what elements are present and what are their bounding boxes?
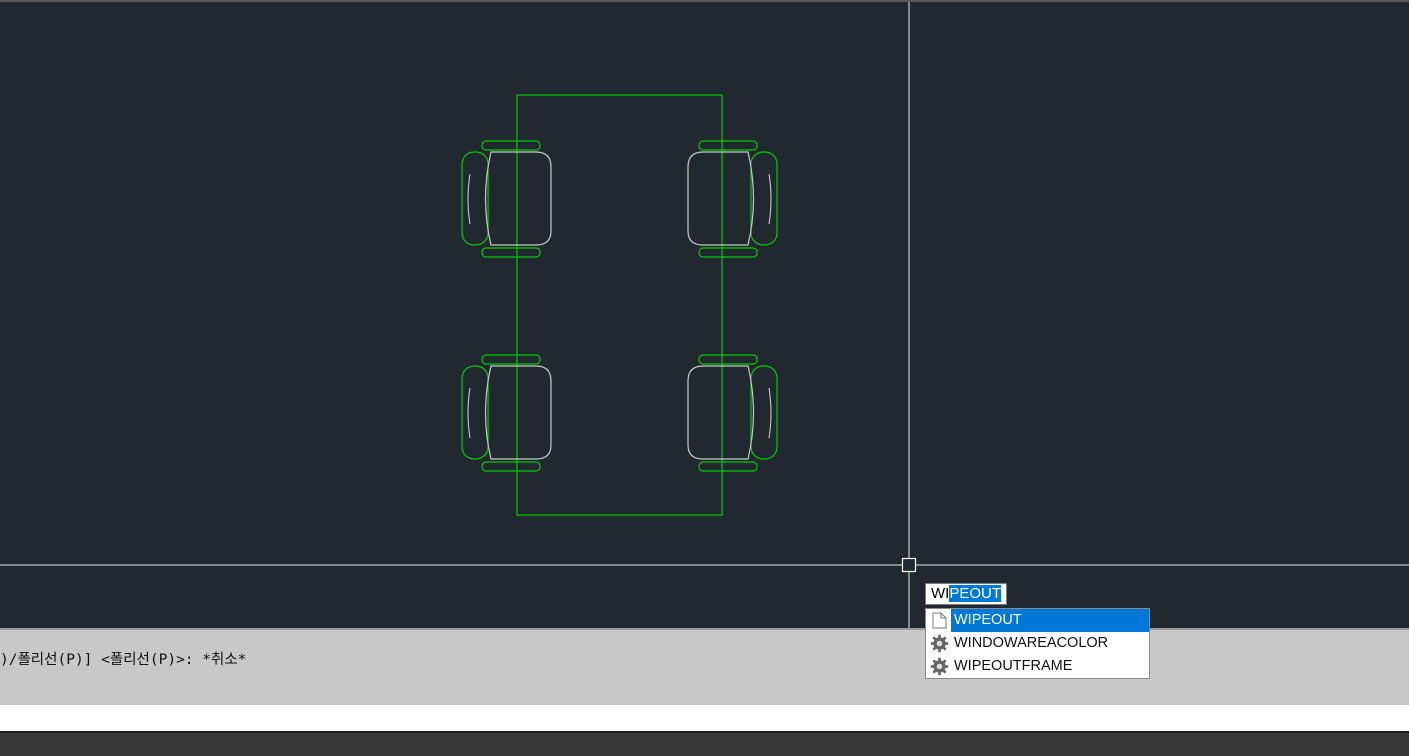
autocomplete-suggestion: PEOUT [949,585,1002,602]
crosshair-cursor [0,2,1409,628]
chair-top-left [461,140,552,258]
table-outline [516,94,723,516]
gear-icon [930,634,949,653]
autocomplete-item-wipeout[interactable]: WIPEOUT [926,609,1149,632]
chair-bottom-left [461,354,552,472]
typed-text: WI [931,585,950,602]
command-line-input[interactable] [0,705,1409,731]
autocomplete-item-label: WINDOWAREACOLOR [954,635,1109,651]
drawing-viewport[interactable] [0,0,1409,628]
command-icon [932,612,947,629]
dynamic-input-tooltip[interactable]: WIPEOUT [925,583,1007,605]
autocomplete-item-windowareacolor[interactable]: WINDOWAREACOLOR [926,632,1149,655]
chair-top-right [687,140,778,258]
autocomplete-list[interactable]: WIPEOUT WINDOWAREACOLOR WIPEOUTFRAME [925,608,1150,679]
command-history: )/폴리선(P)] <폴리선(P)>: *취소* [0,628,1409,705]
chair-bottom-right [687,354,778,472]
autocomplete-item-label: WIPEOUTFRAME [954,658,1073,674]
drawing-canvas [0,2,1409,628]
pickbox [901,557,917,573]
autocomplete-item-wipeoutframe[interactable]: WIPEOUTFRAME [926,655,1149,678]
command-history-line: )/폴리선(P)] <폴리선(P)>: *취소* [0,652,247,668]
status-bar [0,731,1409,756]
gear-icon [930,657,949,676]
autocomplete-item-label: WIPEOUT [951,609,1149,632]
